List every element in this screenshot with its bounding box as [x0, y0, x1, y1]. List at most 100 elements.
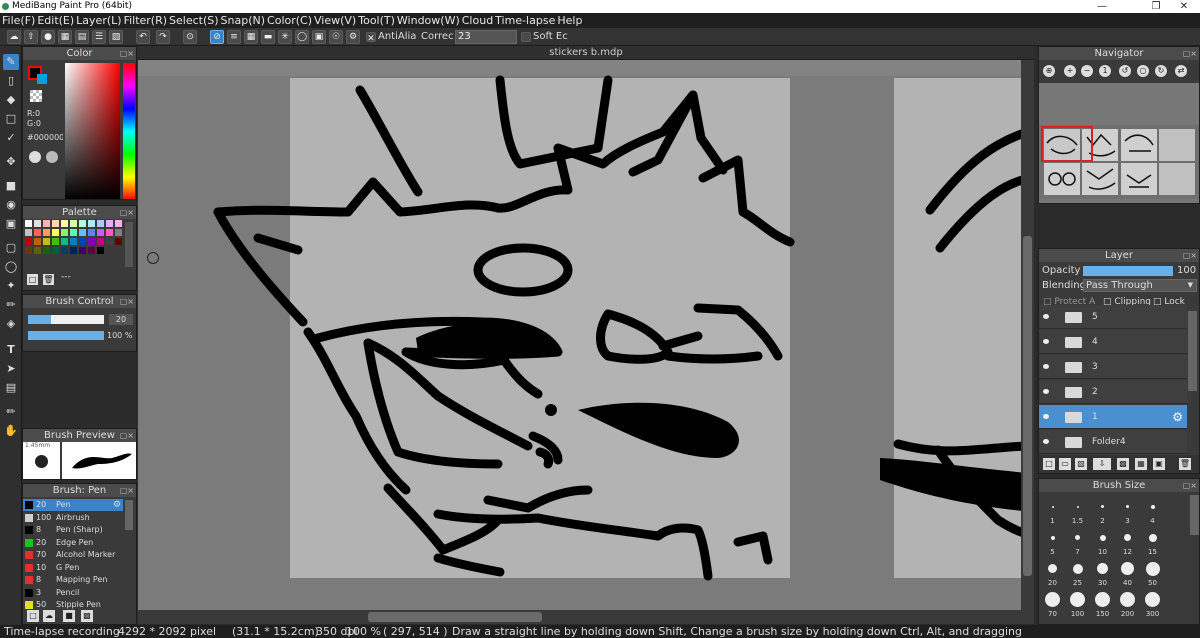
snap-curve-icon[interactable]: ▣: [312, 30, 326, 44]
palette-swatch[interactable]: [61, 220, 68, 227]
palette-swatch[interactable]: [61, 238, 68, 245]
palette-swatch[interactable]: [43, 238, 50, 245]
transparent-swatch[interactable]: [30, 90, 42, 102]
brush-size-option[interactable]: 300: [1141, 590, 1164, 619]
palette-swatch[interactable]: [70, 238, 77, 245]
palette-swatch[interactable]: [25, 247, 32, 254]
saturation-value-picker[interactable]: [65, 63, 120, 199]
menu-view[interactable]: View(V): [312, 13, 356, 28]
palette-swatch[interactable]: [43, 229, 50, 236]
v-scroll-thumb[interactable]: [1023, 236, 1032, 576]
menu-tool[interactable]: Tool(T): [356, 13, 395, 28]
delete-brush-icon[interactable]: ■: [63, 610, 75, 622]
menu-select[interactable]: Select(S): [167, 13, 219, 28]
snap-settings-icon[interactable]: ⚙: [346, 30, 360, 44]
zoom-actual-icon[interactable]: 1: [1099, 65, 1111, 77]
brush-cloud-icon[interactable]: ☁: [43, 610, 55, 622]
palette-swatch[interactable]: [52, 220, 59, 227]
dot-eraser-icon[interactable]: ◆: [3, 92, 19, 108]
h-scroll-thumb[interactable]: [368, 612, 542, 622]
brush-size-option[interactable]: 40: [1116, 559, 1139, 588]
delete-palette-icon[interactable]: 🗑: [43, 274, 54, 285]
palette-scrollbar[interactable]: [125, 222, 133, 267]
snap-off-icon[interactable]: ⊙: [183, 30, 197, 44]
brush-size-option[interactable]: 30: [1091, 559, 1114, 588]
close-icon[interactable]: ✕: [1168, 0, 1200, 13]
brush-size-option[interactable]: 7: [1066, 528, 1089, 557]
menu-filter[interactable]: Filter(R): [122, 13, 167, 28]
brush-size-option[interactable]: 5: [1041, 528, 1064, 557]
list-icon[interactable]: ☰: [92, 30, 106, 44]
new-folder-icon[interactable]: ▩: [1117, 458, 1129, 470]
brush-size-option[interactable]: 4: [1141, 497, 1164, 526]
brush-item[interactable]: 50 Stipple Pen: [23, 599, 123, 609]
panels-icon[interactable]: ▧: [109, 30, 123, 44]
panel-controls-icon[interactable]: ▢×: [120, 430, 134, 441]
brush-size-option[interactable]: 10: [1091, 528, 1114, 557]
color-add-icon[interactable]: [46, 151, 58, 163]
menu-edit[interactable]: Edit(E): [35, 13, 74, 28]
redo-icon[interactable]: ↷: [156, 30, 170, 44]
antialias-checkbox[interactable]: ✕: [366, 32, 376, 44]
palette-swatch[interactable]: [106, 220, 113, 227]
palette-swatch[interactable]: [61, 229, 68, 236]
palette-swatch[interactable]: [70, 220, 77, 227]
bucket-tool-icon[interactable]: ◉: [3, 197, 19, 213]
move-tool-icon[interactable]: ✥: [3, 154, 19, 170]
open-icon[interactable]: ⇧: [24, 30, 38, 44]
color-wheel-icon[interactable]: [29, 151, 41, 163]
brush-item[interactable]: 8 Pen (Sharp): [23, 524, 123, 536]
palette-swatch[interactable]: [79, 238, 86, 245]
text-tool-icon[interactable]: T: [3, 342, 19, 358]
brush-folder-icon[interactable]: ▩: [81, 610, 93, 622]
eye-icon[interactable]: [1043, 364, 1049, 369]
brush-size-option[interactable]: 2: [1091, 497, 1114, 526]
operation-tool-icon[interactable]: ➤: [3, 361, 19, 377]
palette-swatch[interactable]: [70, 229, 77, 236]
panel-controls-icon[interactable]: ▢×: [120, 296, 134, 307]
background-color-swatch[interactable]: [37, 74, 47, 84]
menu-layer[interactable]: Layer(L): [74, 13, 121, 28]
palette-swatch[interactable]: [43, 220, 50, 227]
snap-radial-icon[interactable]: ✳: [278, 30, 292, 44]
palette-swatch[interactable]: [97, 220, 104, 227]
lasso-tool-icon[interactable]: ◯: [3, 259, 19, 275]
merge-layer-icon[interactable]: ⇩: [1093, 458, 1111, 470]
palette-swatch[interactable]: [88, 220, 95, 227]
brush-item[interactable]: 10 G Pen: [23, 562, 123, 574]
navigator-preview[interactable]: [1039, 83, 1199, 203]
palette-swatch[interactable]: [70, 247, 77, 254]
rotate-right-icon[interactable]: ↻: [1155, 65, 1167, 77]
save-icon[interactable]: ▦: [58, 30, 72, 44]
brush-size-scrollbar[interactable]: [1190, 495, 1199, 535]
brush-opacity-value[interactable]: 100 %: [107, 330, 132, 341]
menu-help[interactable]: Help: [555, 13, 582, 28]
halftone-layer-icon[interactable]: ▧: [1075, 458, 1087, 470]
snap-concentric-icon[interactable]: ☉: [329, 30, 343, 44]
menu-timelapse[interactable]: Time-lapse: [493, 13, 555, 28]
brush-size-option[interactable]: 20: [1041, 559, 1064, 588]
eye-icon[interactable]: [1043, 314, 1049, 319]
menu-cloud[interactable]: Cloud: [460, 13, 493, 28]
magic-wand-icon[interactable]: ✦: [3, 278, 19, 294]
panel-controls-icon[interactable]: ▢×: [120, 207, 134, 218]
brush-size-value[interactable]: 20: [109, 314, 133, 325]
rotate-reset-icon[interactable]: ○: [1137, 65, 1149, 77]
layer-item[interactable]: 5: [1039, 305, 1187, 329]
gradient-tool-icon[interactable]: ▣: [3, 216, 19, 232]
hand-tool-icon[interactable]: ✋: [3, 423, 19, 439]
snap-vanish-icon[interactable]: ▬: [261, 30, 275, 44]
palette-swatch[interactable]: [97, 247, 104, 254]
brush-item[interactable]: 3 Pencil: [23, 587, 123, 599]
palette-swatch[interactable]: [61, 247, 68, 254]
grid-icon[interactable]: ▤: [75, 30, 89, 44]
zoom-out-icon[interactable]: −: [1081, 65, 1093, 77]
palette-swatch[interactable]: [34, 220, 41, 227]
brush-size-option[interactable]: 15: [1141, 528, 1164, 557]
palette-swatch[interactable]: [106, 238, 113, 245]
delete-layer-icon[interactable]: 🗑: [1179, 458, 1191, 470]
layer-mask-icon[interactable]: ▦: [1135, 458, 1147, 470]
undo-icon[interactable]: ↶: [136, 30, 150, 44]
minimize-icon[interactable]: —: [1086, 0, 1118, 13]
new-palette-icon[interactable]: □: [27, 274, 38, 285]
